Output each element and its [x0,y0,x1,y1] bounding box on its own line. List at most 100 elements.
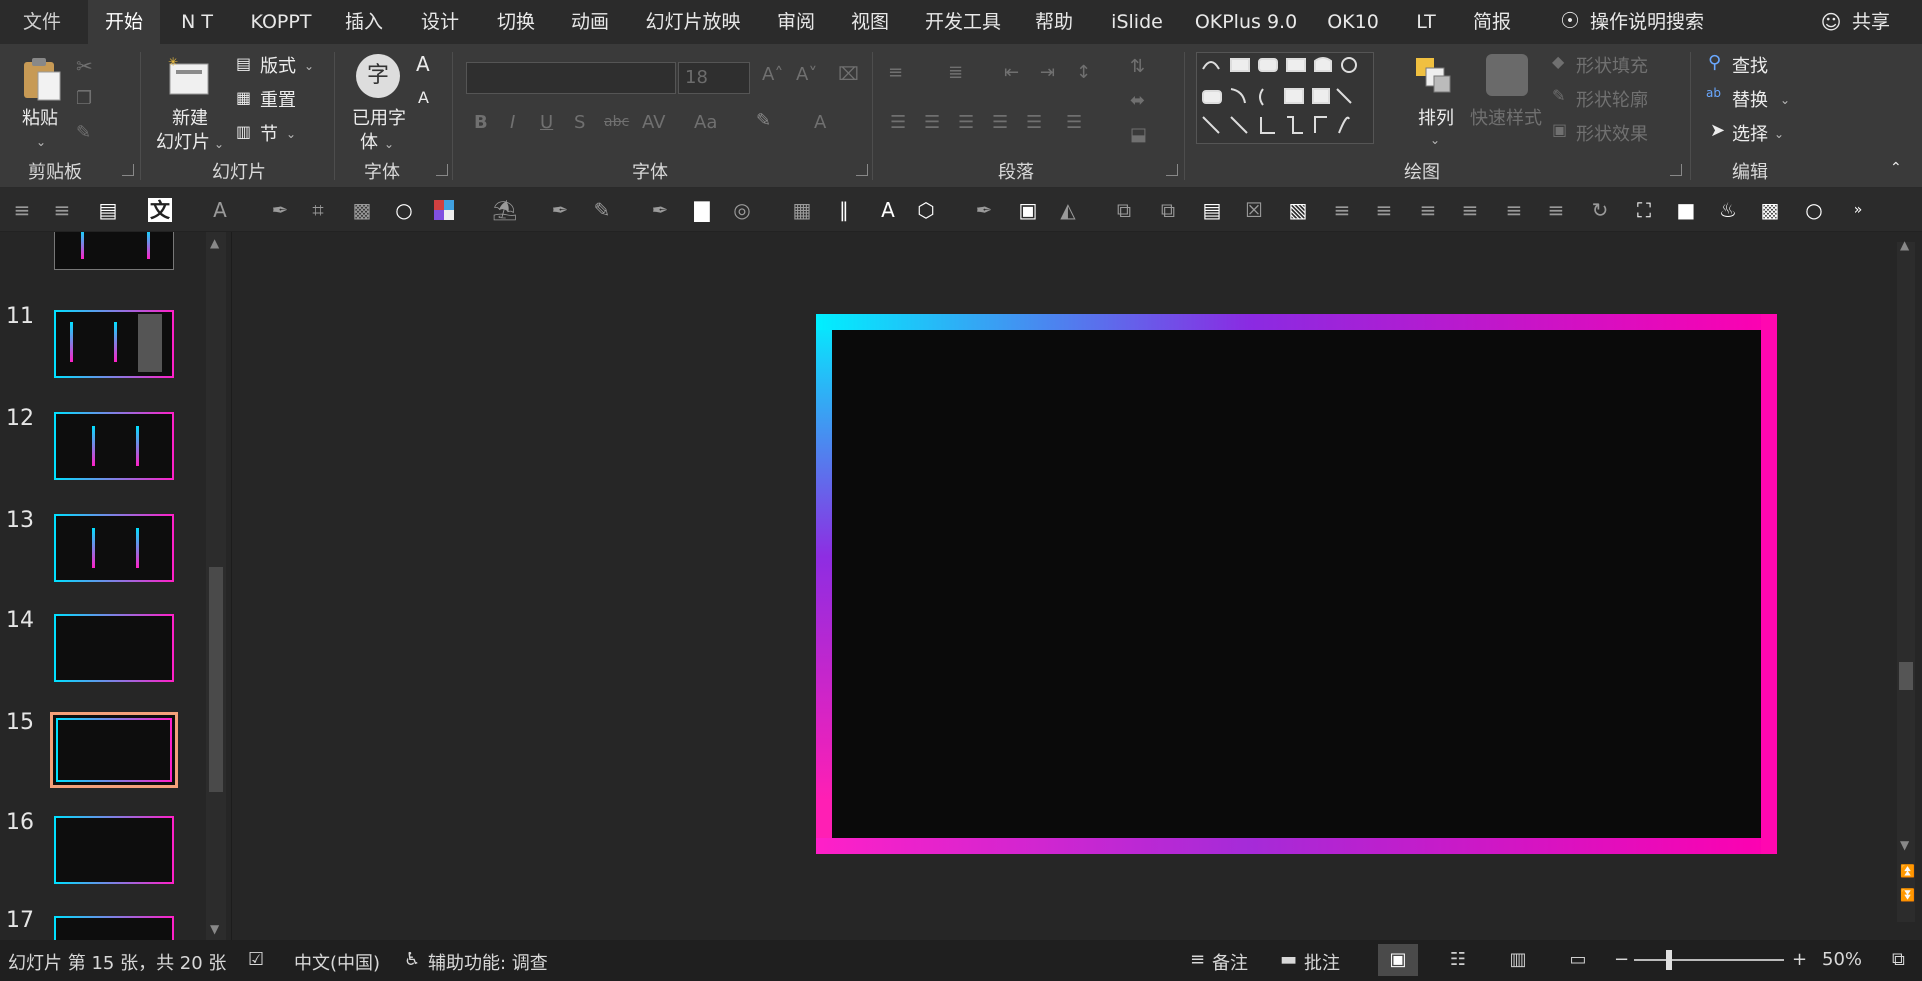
tab-home[interactable]: 开始 [88,0,160,44]
increase-indent-icon[interactable]: ⇥ [1040,62,1055,83]
clipboard-launcher[interactable] [122,164,134,176]
notes-button[interactable]: 备注 [1212,949,1248,975]
slide-thumbnail-12[interactable] [54,412,174,480]
align-top-icon[interactable]: ≡ [1502,198,1526,222]
table-icon[interactable]: ▦ [790,198,814,222]
fit-icon[interactable]: ⛶ [1632,198,1656,222]
shapes-gallery[interactable] [1196,52,1374,144]
new-slide-icon[interactable]: ✳ [166,55,212,100]
merge-shapes-icon[interactable]: ◎ [730,198,754,222]
ungroup-icon[interactable]: ⧉ [1156,198,1180,222]
paste-button[interactable]: 粘贴 [22,104,58,130]
slide-thumbnail-15-selected[interactable] [50,712,178,788]
shape-outline-button[interactable]: 形状轮廓 [1576,86,1648,112]
underline-icon[interactable]: U [540,112,553,133]
distribute-h-icon[interactable]: ≡ [1416,198,1440,222]
chart-icon[interactable]: ▇ [690,198,714,222]
select-pane-icon[interactable]: ▧ [1286,198,1310,222]
drawing-launcher[interactable] [1670,164,1682,176]
columns-icon[interactable]: ☰ [1066,112,1082,133]
format-painter-icon[interactable]: ✎ [76,122,91,143]
clear-formatting-icon[interactable]: ⌧ [838,64,859,85]
increase-font-size-icon[interactable]: A˄ [762,64,783,85]
align-left-icon[interactable]: ☰ [890,112,906,133]
tab-design[interactable]: 设计 [412,0,468,44]
scroll-up-icon[interactable]: ▲ [210,236,219,250]
find-button[interactable]: 查找 [1732,52,1768,78]
tab-ok10[interactable]: OK10 [1318,0,1388,44]
tab-koppt[interactable]: KOPPT [238,0,324,44]
replace-button[interactable]: 替换 [1732,86,1768,112]
rotate-icon[interactable]: ↻ [1588,198,1612,222]
collapse-ribbon-icon[interactable]: ⌃ [1890,160,1902,176]
thumbnail-scrollbar[interactable]: ▲ ▼ [206,232,226,940]
distributed-icon[interactable]: ☰ [1026,112,1042,133]
align-bottom-icon[interactable]: ≡ [1544,198,1568,222]
eyedropper-icon[interactable]: ✒ [268,198,292,222]
arrange-button[interactable]: 排列 [1418,104,1454,130]
text-glyph-icon[interactable]: 文 [148,198,172,222]
font-color-icon[interactable]: A [814,112,826,133]
tab-review[interactable]: 审阅 [768,0,824,44]
bring-forward-icon[interactable]: ▣ [1016,198,1040,222]
tab-help[interactable]: 帮助 [1026,0,1082,44]
strikethrough-icon[interactable]: abc [604,114,629,130]
align-right-icon[interactable]: ☰ [958,112,974,133]
font-name-input[interactable] [466,62,676,94]
justify-icon[interactable]: ☰ [992,112,1008,133]
zoom-slider[interactable] [1634,959,1784,961]
tab-transitions[interactable]: 切换 [488,0,544,44]
scrollbar-thumb[interactable] [1899,662,1913,690]
slide-sorter-icon[interactable]: ☷ [1438,944,1478,976]
new-slide-label[interactable]: 新建 [172,104,208,130]
tab-file[interactable]: 文件 [10,0,74,44]
slide-canvas[interactable] [832,330,1761,838]
align-text-icon[interactable]: ⬌ [1130,90,1145,111]
zoom-level[interactable]: 50% [1822,949,1862,970]
paste-icon[interactable] [18,54,66,102]
quick-styles-button[interactable]: 快速样式 [1470,104,1542,130]
paragraph-launcher[interactable] [1166,164,1178,176]
slideshow-icon[interactable]: ▭ [1558,944,1598,976]
slide-thumbnail-16[interactable] [54,816,174,884]
tab-briefing[interactable]: 简报 [1464,0,1520,44]
italic-icon[interactable]: I [510,112,515,133]
group-icon[interactable]: ⧉ [1112,198,1136,222]
slide-thumbnail-17[interactable] [54,916,174,940]
used-fonts-button[interactable]: 体 [360,128,378,154]
spell-check-icon[interactable]: ☑ [248,949,264,970]
lamp-icon[interactable]: ♨ [1716,198,1740,222]
select-button[interactable]: 选择 [1732,120,1768,146]
highlight-icon[interactable]: ✎ [756,110,771,131]
section-button[interactable]: 节 [260,120,278,146]
comments-button[interactable]: 批注 [1304,949,1340,975]
change-case-button[interactable]: Aa [694,112,717,133]
slide-thumbnail-14[interactable] [54,614,174,682]
reset-button[interactable]: 重置 [260,86,296,112]
align-right-toolbar-icon[interactable]: ≡ [1372,198,1396,222]
share-button[interactable]: 共享 [1848,0,1894,44]
align-left-toolbar-icon[interactable]: ≡ [1330,198,1354,222]
tab-developer[interactable]: 开发工具 [918,0,1008,44]
decrease-font-size-icon[interactable]: A˅ [796,64,817,85]
edit-shape-icon[interactable]: ✎ [590,198,614,222]
cut-icon[interactable]: ✂ [76,54,93,78]
shape-fill-button[interactable]: 形状填充 [1576,52,1648,78]
used-fonts-label[interactable]: 已用字 [352,104,406,130]
font-launcher[interactable] [856,164,868,176]
shape-effects-button[interactable]: 形状效果 [1576,120,1648,146]
tab-animations[interactable]: 动画 [562,0,618,44]
brush-icon[interactable]: ✒ [648,198,672,222]
fonts-launcher[interactable] [436,164,448,176]
circle-icon[interactable]: ○ [392,198,416,222]
current-slide[interactable] [816,314,1777,854]
line-spacing-icon[interactable]: ↕ [1076,62,1091,83]
tab-slideshow[interactable]: 幻灯片放映 [640,0,746,44]
tab-insert[interactable]: 插入 [336,0,392,44]
normal-view-icon[interactable]: ▣ [1378,944,1418,976]
grow-font-icon[interactable]: A [416,52,430,76]
crop-icon[interactable]: ⌗ [306,198,330,222]
tab-lt[interactable]: LT [1404,0,1448,44]
fill-bucket-icon[interactable]: ⛱ [492,198,517,222]
picture-icon[interactable]: ▩ [350,198,374,222]
